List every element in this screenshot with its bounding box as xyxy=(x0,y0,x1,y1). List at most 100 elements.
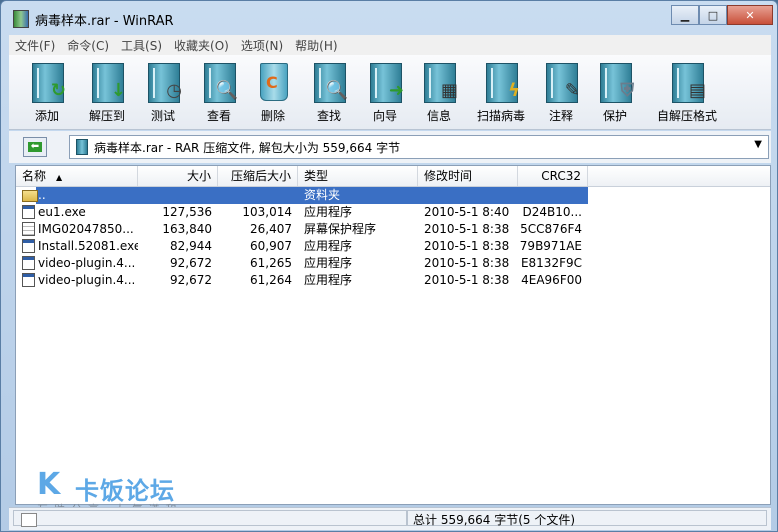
file-row[interactable]: Install.52081.exe 82,944 60,907 应用程序 2010-5-… xyxy=(16,238,770,255)
application-icon xyxy=(22,239,35,253)
extract-to-button[interactable]: ↓ 解压到 xyxy=(77,59,137,129)
file-crc xyxy=(518,187,582,204)
file-crc: 4EA96F00 xyxy=(521,273,582,287)
rar-archive-icon xyxy=(76,139,88,155)
archive-path-combo[interactable]: 病毒样本.rar - RAR 压缩文件, 解包大小为 559,664 字节 ▼ xyxy=(69,135,769,159)
file-row[interactable]: IMG02047850... 163,840 26,407 屏幕保护程序 2010-5-… xyxy=(16,221,770,238)
file-size: 163,840 xyxy=(162,222,212,236)
wizard-button-label: 向导 xyxy=(372,109,397,123)
file-type: 应用程序 xyxy=(304,239,353,253)
info-button-label: 信息 xyxy=(426,109,451,123)
add-archive-icon: ↻ xyxy=(28,59,66,103)
column-header: 名称 ▲ 大小 压缩后大小 类型 修改时间 CRC32 xyxy=(16,166,770,187)
protect-button[interactable]: ⛨ 保护 xyxy=(585,59,645,129)
find-icon: 🔍 xyxy=(310,59,348,103)
file-row[interactable]: .. 资料夹 xyxy=(16,187,770,204)
virus-scan-button-label: 扫描病毒 xyxy=(476,109,525,123)
file-packed: 26,407 xyxy=(250,222,292,236)
file-icon xyxy=(22,222,35,236)
view-button[interactable]: 🔍 查看 xyxy=(189,59,249,129)
menu-tools[interactable]: 工具(S) xyxy=(115,37,168,54)
file-row[interactable]: video-plugin.4... 92,672 61,264 应用程序 2010-5-… xyxy=(16,272,770,289)
file-packed: 103,014 xyxy=(242,205,292,219)
menu-file[interactable]: 文件(F) xyxy=(9,37,61,54)
menu-options[interactable]: 选项(N) xyxy=(235,37,289,54)
file-name: video-plugin.4... xyxy=(38,273,136,287)
file-modified: 2010-5-1 8:38 xyxy=(424,222,510,236)
file-modified: 2010-5-1 8:38 xyxy=(424,239,510,253)
address-bar: ⬅ 病毒样本.rar - RAR 压缩文件, 解包大小为 559,664 字节 … xyxy=(9,131,771,163)
col-type[interactable]: 类型 xyxy=(298,166,418,186)
file-list[interactable]: 名称 ▲ 大小 压缩后大小 类型 修改时间 CRC32 .. 资料夹 eu1.exe 1… xyxy=(15,165,771,505)
toolbar: ↻ 添加 ↓ 解压到 ◷ 测试 🔍 查看 C 删除 🔍 查找 ➜ 向导 ▦ 信息… xyxy=(9,55,771,130)
extract-to-button-label: 解压到 xyxy=(88,109,125,123)
protect-icon: ⛨ xyxy=(596,59,634,103)
maximize-button[interactable]: □ xyxy=(699,5,727,25)
file-name: .. xyxy=(38,188,46,202)
sort-ascending-icon: ▲ xyxy=(56,173,63,182)
status-bar: 总计 559,664 字节(5 个文件) xyxy=(9,507,771,530)
menu-favorites[interactable]: 收藏夹(O) xyxy=(168,37,235,54)
test-icon: ◷ xyxy=(144,59,182,103)
view-button-label: 查看 xyxy=(206,109,231,123)
virus-scan-icon: ϟ xyxy=(482,59,520,103)
application-icon xyxy=(22,205,35,219)
file-crc: 79B971AE xyxy=(519,239,582,253)
menu-commands[interactable]: 命令(C) xyxy=(61,37,115,54)
folder-icon xyxy=(22,190,38,202)
dropdown-arrow-icon[interactable]: ▼ xyxy=(754,139,762,150)
comment-button[interactable]: ✎ 注释 xyxy=(531,59,591,129)
winrar-app-icon[interactable] xyxy=(13,10,29,28)
file-row[interactable]: eu1.exe 127,536 103,014 应用程序 2010-5-1 8:40 D2… xyxy=(16,204,770,221)
file-modified: 2010-5-1 8:40 xyxy=(424,205,510,219)
file-size: 92,672 xyxy=(170,273,212,287)
application-icon xyxy=(22,256,35,270)
col-name[interactable]: 名称 ▲ xyxy=(16,166,138,186)
file-type: 应用程序 xyxy=(304,256,353,270)
wizard-button[interactable]: ➜ 向导 xyxy=(355,59,415,129)
test-button[interactable]: ◷ 测试 xyxy=(133,59,193,129)
find-button[interactable]: 🔍 查找 xyxy=(299,59,359,129)
delete-button-label: 删除 xyxy=(260,109,285,123)
col-packed[interactable]: 压缩后大小 xyxy=(218,166,298,186)
view-icon: 🔍 xyxy=(200,59,238,103)
menu-help[interactable]: 帮助(H) xyxy=(289,37,343,54)
file-row[interactable]: video-plugin.4... 92,672 61,265 应用程序 2010-5-… xyxy=(16,255,770,272)
info-icon: ▦ xyxy=(420,59,458,103)
archive-path-text: 病毒样本.rar - RAR 压缩文件, 解包大小为 559,664 字节 xyxy=(94,141,401,155)
add-button[interactable]: ↻ 添加 xyxy=(17,59,77,129)
col-modified[interactable]: 修改时间 xyxy=(418,166,518,186)
comment-icon: ✎ xyxy=(542,59,580,103)
file-name: IMG02047850... xyxy=(38,222,134,236)
comment-button-label: 注释 xyxy=(548,109,573,123)
test-button-label: 测试 xyxy=(150,109,175,123)
virus-scan-button[interactable]: ϟ 扫描病毒 xyxy=(471,59,531,129)
file-crc: E8132F9C xyxy=(520,256,582,270)
menu-bar: 文件(F) 命令(C) 工具(S) 收藏夹(O) 选项(N) 帮助(H) xyxy=(9,35,771,55)
up-folder-button[interactable]: ⬅ xyxy=(23,137,47,157)
title-bar[interactable]: 病毒样本.rar - WinRAR ▁ □ ✕ xyxy=(1,1,777,33)
file-name: Install.52081.exe xyxy=(38,239,138,253)
application-icon xyxy=(22,273,35,287)
protect-button-label: 保护 xyxy=(602,109,627,123)
file-type: 资料夹 xyxy=(304,188,341,202)
file-size: 92,672 xyxy=(170,256,212,270)
close-button[interactable]: ✕ xyxy=(727,5,773,25)
col-crc[interactable]: CRC32 xyxy=(518,166,588,186)
delete-icon: C xyxy=(254,59,292,103)
file-packed: 61,264 xyxy=(250,273,292,287)
file-modified: 2010-5-1 8:38 xyxy=(424,256,510,270)
kafan-logo: K xyxy=(37,467,61,502)
file-type: 应用程序 xyxy=(304,273,353,287)
status-total: 总计 559,664 字节(5 个文件) xyxy=(413,513,576,527)
sfx-button[interactable]: ▤ 自解压格式 xyxy=(649,59,725,129)
delete-button[interactable]: C 删除 xyxy=(243,59,303,129)
extract-to-icon: ↓ xyxy=(88,59,126,103)
col-name-label: 名称 xyxy=(22,169,47,183)
minimize-button[interactable]: ▁ xyxy=(671,5,699,25)
find-button-label: 查找 xyxy=(316,109,341,123)
info-button[interactable]: ▦ 信息 xyxy=(409,59,469,129)
file-modified xyxy=(424,187,518,204)
col-size[interactable]: 大小 xyxy=(138,166,218,186)
file-packed: 61,265 xyxy=(250,256,292,270)
